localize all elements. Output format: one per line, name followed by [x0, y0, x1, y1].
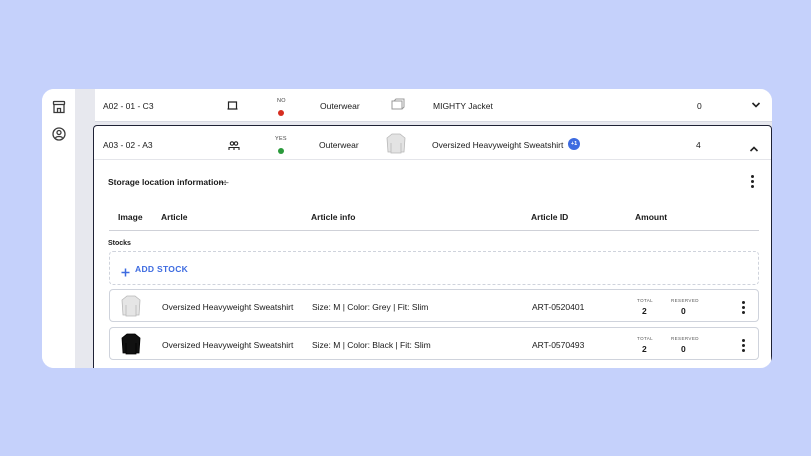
reserved-label: RESERVED [671, 336, 699, 341]
status-dot [278, 110, 284, 116]
status-label: YES [275, 136, 287, 142]
total-label: TOTAL [637, 336, 654, 341]
amount: 4 [696, 140, 701, 150]
stock-article-id: ART-0520401 [532, 302, 585, 312]
category: Outerwear [319, 140, 359, 150]
category: Outerwear [320, 101, 360, 111]
stocks-label: Stocks [108, 240, 131, 247]
total-value: 2 [642, 306, 647, 316]
total-value: 2 [642, 344, 647, 354]
add-stock-label: ADD STOCK [135, 264, 189, 274]
sweatshirt-black-thumbnail [121, 332, 141, 358]
article-name: Oversized Heavyweight Sweatshirt [432, 140, 564, 150]
article-name: MIGHTY Jacket [433, 101, 493, 111]
column-header-article: Article [161, 212, 188, 222]
status-dot [278, 148, 284, 154]
storage-info-value: — [220, 177, 229, 187]
status-label: NO [277, 98, 286, 104]
reserved-label: RESERVED [671, 298, 699, 303]
column-header-article-id: Article ID [531, 212, 569, 222]
more-options-icon[interactable] [742, 339, 745, 354]
sweatshirt-grey-thumbnail [121, 294, 141, 320]
plus-icon [121, 264, 130, 282]
column-header-image: Image [118, 212, 143, 222]
stock-article-info: Size: M | Color: Grey | Fit: Slim [312, 302, 429, 312]
chevron-up-icon[interactable] [749, 140, 759, 158]
image-placeholder-icon [391, 98, 405, 112]
stock-article-id: ART-0570493 [532, 340, 585, 350]
reserved-value: 0 [681, 306, 686, 316]
add-stock-button[interactable]: ADD STOCK [109, 251, 759, 285]
stock-row[interactable]: Oversized Heavyweight Sweatshirt Size: M… [109, 289, 759, 322]
expanded-storage-panel: A03 - 02 - A3 YES Outerwear Oversized He… [93, 125, 772, 368]
store-icon[interactable] [51, 99, 67, 115]
sweatshirt-thumbnail [386, 132, 406, 159]
location-code: A03 - 02 - A3 [103, 140, 153, 150]
stock-article: Oversized Heavyweight Sweatshirt [162, 302, 294, 312]
amount: 0 [697, 101, 702, 111]
storage-row[interactable]: A02 - 01 - C3 NO Outerwear MIGHTY Jacket… [95, 89, 772, 122]
shelf-icon [227, 100, 238, 112]
column-header-amount: Amount [635, 212, 668, 222]
user-circle-icon[interactable] [51, 126, 67, 142]
app-window: A02 - 01 - C3 NO Outerwear MIGHTY Jacket… [42, 89, 772, 368]
extra-count-badge[interactable]: +1 [568, 138, 580, 150]
multi-user-icon [228, 138, 240, 156]
divider [109, 230, 759, 231]
more-options-icon[interactable] [742, 301, 745, 316]
stock-article-info: Size: M | Color: Black | Fit: Slim [312, 340, 431, 350]
chevron-down-icon[interactable] [751, 101, 761, 111]
sidebar [42, 89, 75, 368]
stock-article: Oversized Heavyweight Sweatshirt [162, 340, 294, 350]
column-header-article-info: Article info [311, 212, 356, 222]
divider [94, 159, 771, 160]
location-code: A02 - 01 - C3 [103, 101, 154, 111]
storage-info-label: Storage location information: [108, 177, 227, 187]
more-options-icon[interactable] [751, 175, 754, 190]
reserved-value: 0 [681, 344, 686, 354]
stock-row[interactable]: Oversized Heavyweight Sweatshirt Size: M… [109, 327, 759, 360]
total-label: TOTAL [637, 298, 654, 303]
